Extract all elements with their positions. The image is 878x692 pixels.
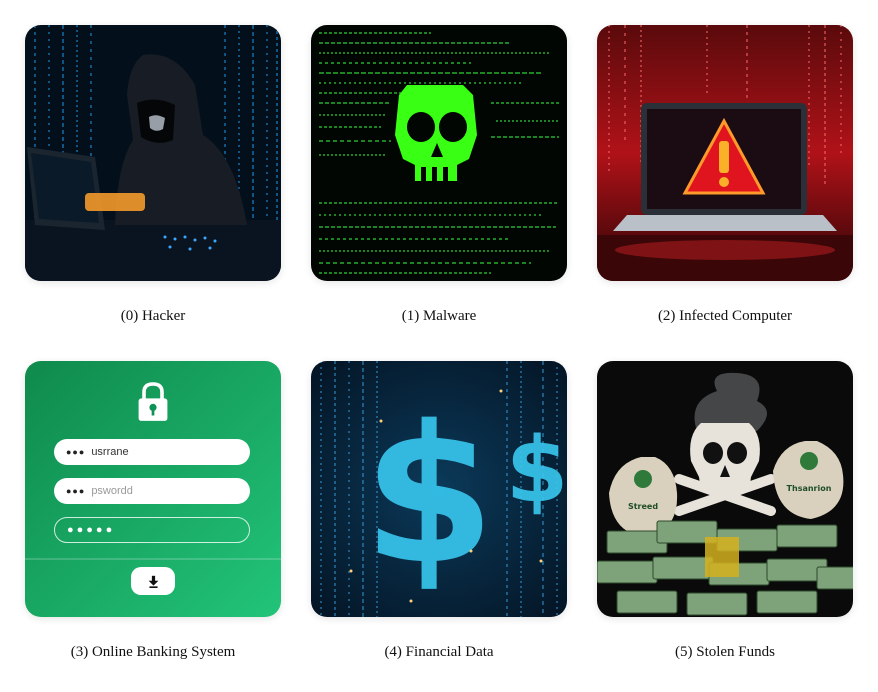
padlock-icon xyxy=(138,382,168,421)
financial-data-illustration: $ $ xyxy=(311,361,567,617)
image-online-banking: ●●● usrrane ●●● pswordd ●●●●● xyxy=(25,361,281,617)
bag-label-right: Thsanrion xyxy=(787,484,832,493)
password-field[interactable]: ●●● pswordd xyxy=(54,478,250,504)
svg-text:$: $ xyxy=(506,418,567,523)
infected-laptop-illustration xyxy=(597,25,853,281)
caption-infected-computer: (2) Infected Computer xyxy=(657,308,793,324)
malware-skull-illustration xyxy=(311,25,567,281)
image-stolen-funds: Streed Thsanrion xyxy=(597,361,853,617)
caption-financial-data: (4) Financial Data xyxy=(384,644,494,660)
caption-hacker: (0) Hacker xyxy=(120,308,186,324)
pin-dots: ●●●●● xyxy=(67,524,116,536)
image-infected-computer xyxy=(597,25,853,281)
username-value: usrrane xyxy=(91,446,129,458)
pin-field[interactable]: ●●●●● xyxy=(54,517,250,543)
password-placeholder: pswordd xyxy=(91,485,133,497)
username-field[interactable]: ●●● usrrane xyxy=(54,439,250,465)
caption-online-banking: (3) Online Banking System xyxy=(70,644,236,660)
svg-text:$: $ xyxy=(363,385,495,606)
stolen-funds-illustration: Streed Thsanrion xyxy=(597,361,853,617)
caption-stolen-funds: (5) Stolen Funds xyxy=(674,644,775,660)
username-dots: ●●● xyxy=(66,447,86,457)
image-malware xyxy=(311,25,567,281)
image-hacker xyxy=(25,25,281,281)
password-dots: ●●● xyxy=(66,486,86,496)
download-arrow-icon xyxy=(148,575,158,588)
image-financial-data: $ $ xyxy=(311,361,567,617)
download-button[interactable] xyxy=(131,567,175,595)
bag-label-left: Streed xyxy=(628,502,658,511)
hacker-illustration xyxy=(25,25,281,281)
caption-malware: (1) Malware xyxy=(401,308,477,324)
